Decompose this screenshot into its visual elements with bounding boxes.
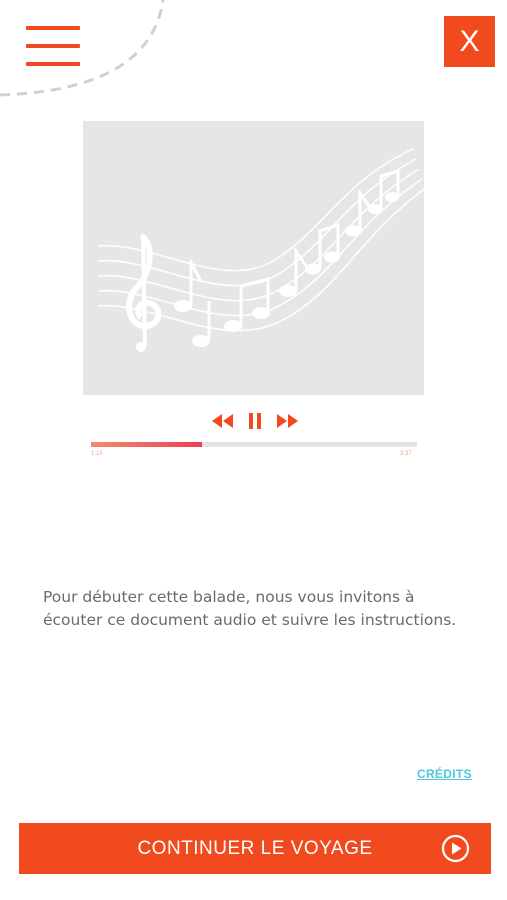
audio-progress-bar[interactable] xyxy=(91,442,417,447)
menu-bar xyxy=(26,62,80,66)
hamburger-menu-button[interactable] xyxy=(26,26,80,66)
close-button[interactable]: X xyxy=(444,16,495,67)
playback-controls xyxy=(210,408,300,434)
intro-line: écouter ce document audio et suivre les … xyxy=(43,611,457,629)
audio-artwork xyxy=(83,121,424,395)
close-label: X xyxy=(459,24,480,58)
elapsed-time: 1:15 xyxy=(91,451,103,457)
fast-forward-icon xyxy=(277,414,298,428)
audio-progress-fill xyxy=(91,442,202,447)
continue-journey-button[interactable]: CONTINUER LE VOYAGE xyxy=(19,823,491,874)
music-staff-notes-illustration xyxy=(97,148,424,352)
pause-button[interactable] xyxy=(248,413,262,429)
pause-icon xyxy=(249,413,261,429)
credits-link[interactable]: CRÉDITS xyxy=(417,767,472,781)
play-circle-icon xyxy=(441,834,470,863)
menu-bar xyxy=(26,44,80,48)
continue-journey-label: CONTINUER LE VOYAGE xyxy=(137,837,373,859)
fast-forward-button[interactable] xyxy=(276,414,300,428)
menu-bar xyxy=(26,26,80,30)
intro-text: Pour débuter cette balade, nous vous inv… xyxy=(43,586,483,632)
total-time: 3:37 xyxy=(400,451,412,457)
intro-line: Pour débuter cette balade, nous vous inv… xyxy=(43,588,415,606)
rewind-button[interactable] xyxy=(210,414,234,428)
rewind-icon xyxy=(212,414,233,428)
